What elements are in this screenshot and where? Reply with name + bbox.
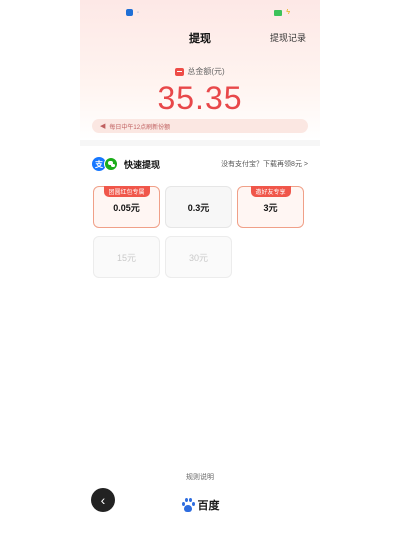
amount-option-3[interactable]: 邀好友专享 3元 (237, 186, 304, 228)
status-right: ϟ (274, 9, 290, 16)
fast-withdraw-label: 快速提现 (124, 159, 161, 170)
amount-option-0-05[interactable]: 团圆红包专属 0.05元 (93, 186, 160, 228)
withdraw-page: ◦ ϟ 提现 提现记录 总金额(元) 35.35 ◀ 每日中午12点刷新份额 支… (80, 0, 320, 533)
notice-text: 每日中午12点刷新份额 (109, 124, 171, 131)
status-left: ◦ (126, 9, 139, 16)
option-label: 15元 (116, 252, 136, 263)
option-label: 0.05元 (113, 202, 140, 213)
withdraw-record-link[interactable]: 提现记录 (270, 31, 306, 44)
amount-option-15: 15元 (93, 236, 160, 278)
battery-icon (274, 9, 283, 16)
section-divider (80, 140, 320, 146)
signal-icon: ◦ (137, 9, 140, 16)
charging-icon: ϟ (286, 9, 290, 16)
amount-option-30: 30元 (165, 236, 232, 278)
balance-label-text: 总金额(元) (187, 67, 225, 76)
balance-amount: 35.35 (157, 80, 243, 116)
refresh-notice: ◀ 每日中午12点刷新份额 (92, 119, 308, 133)
speaker-icon: ◀ (100, 122, 106, 130)
fast-withdraw-row: 支 快速提现 没有支付宝？下载再领8元 > (92, 156, 308, 172)
balance-label: 总金额(元) (80, 66, 320, 77)
option-badge: 邀好友专享 (250, 186, 291, 197)
status-bar: ◦ ϟ (80, 0, 320, 24)
amount-option-0-3[interactable]: 0.3元 (165, 186, 232, 228)
baidu-paw-icon (181, 498, 195, 512)
wallet-icon (175, 67, 185, 76)
option-label: 3元 (263, 202, 278, 213)
app-notification-icon (126, 9, 133, 16)
brand-name: 百度 (197, 500, 220, 512)
rules-link[interactable]: 规则说明 (80, 472, 320, 482)
wechat-icon (104, 157, 118, 171)
option-label: 0.3元 (187, 202, 210, 213)
download-alipay-link[interactable]: 没有支付宝？下载再领8元 > (221, 159, 308, 169)
option-label: 30元 (188, 252, 208, 263)
option-badge: 团圆红包专属 (103, 186, 150, 197)
brand-logo: 百度 (80, 497, 320, 513)
